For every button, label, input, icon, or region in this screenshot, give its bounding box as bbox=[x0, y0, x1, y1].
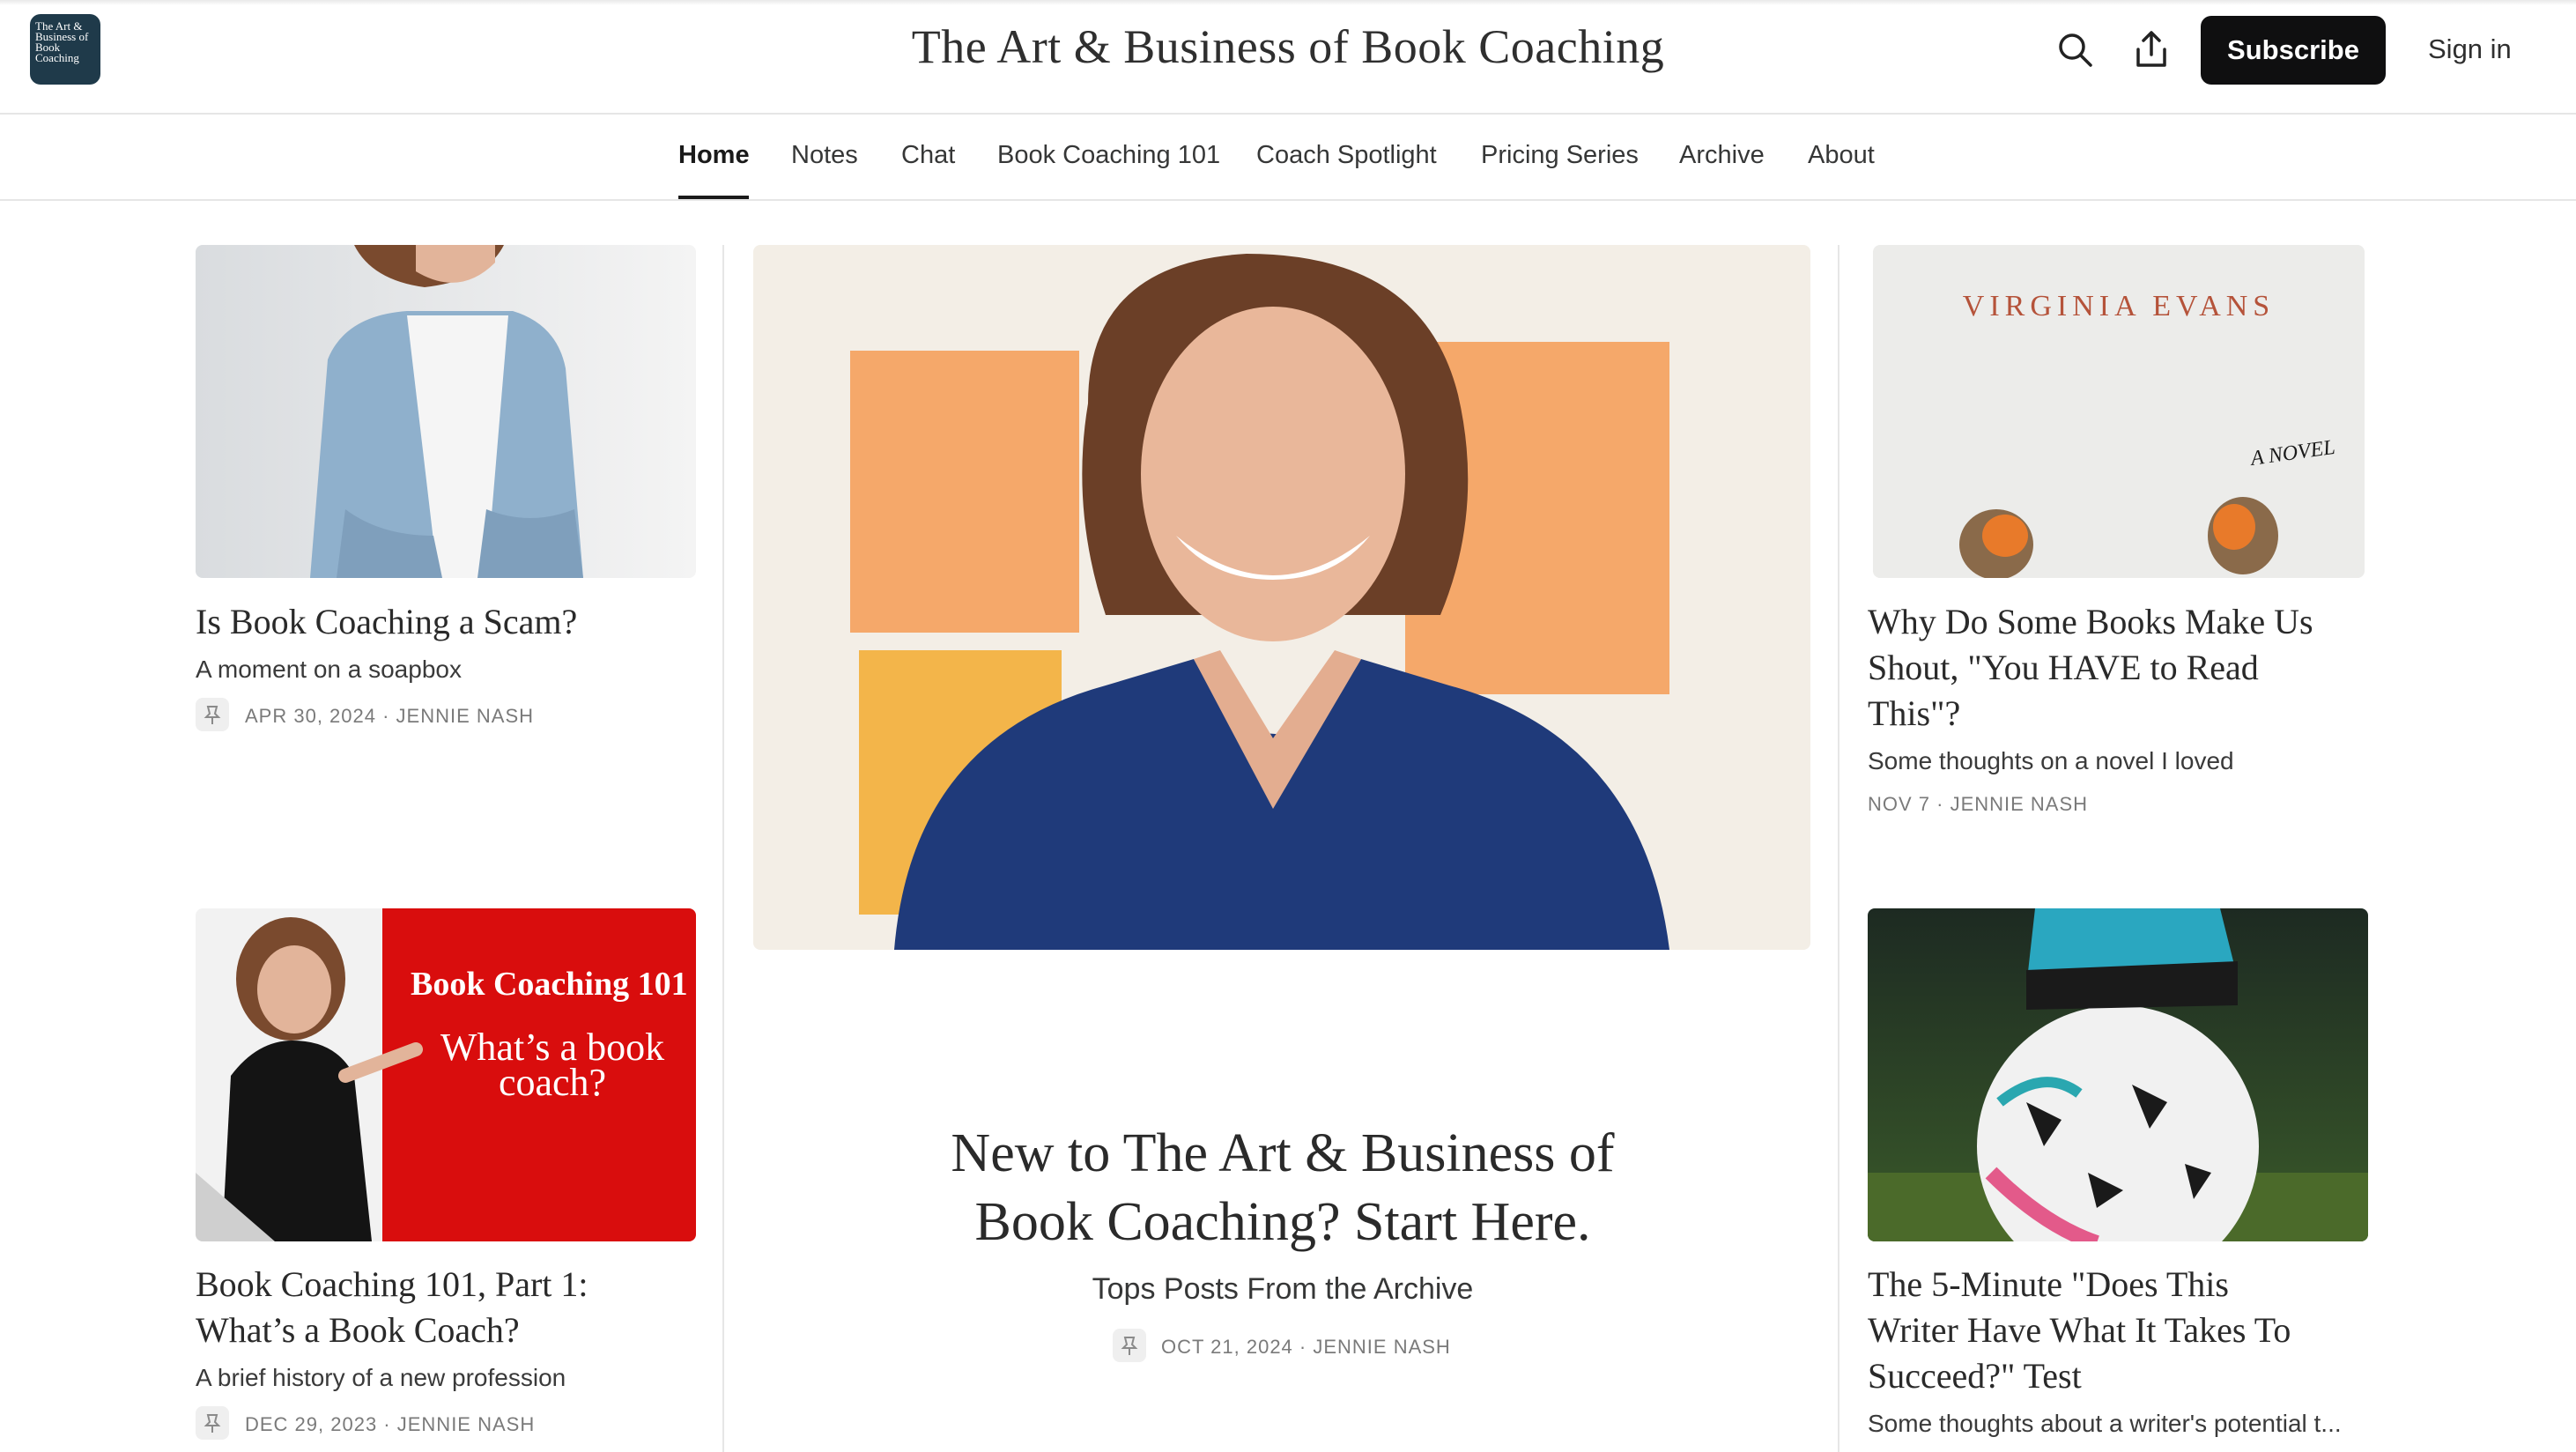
sign-in-link[interactable]: Sign in bbox=[2428, 33, 2512, 65]
nav-book-coaching-101[interactable]: Book Coaching 101 bbox=[997, 141, 1220, 170]
hero-image[interactable] bbox=[753, 245, 1810, 950]
post-title-line: Book Coaching 101, Part 1: bbox=[196, 1264, 588, 1304]
post-thumbnail-scam[interactable] bbox=[196, 245, 696, 578]
post-title-line: Shout, "You HAVE to Read bbox=[1868, 648, 2259, 687]
site-header: The Art & Business of Book Coaching The … bbox=[0, 0, 2576, 115]
header-shadow bbox=[0, 0, 2576, 5]
post-title-line: The 5-Minute "Does This bbox=[1868, 1264, 2229, 1304]
post-meta: NOV 7 · JENNIE NASH bbox=[1868, 793, 2089, 815]
post-thumbnail-novel[interactable]: VIRGINIA EVANS A NOVEL bbox=[1873, 245, 2365, 578]
thumb-line2: coach? bbox=[499, 1061, 606, 1104]
pin-icon bbox=[196, 1406, 229, 1440]
nav-pricing-series[interactable]: Pricing Series bbox=[1481, 141, 1639, 170]
post-title[interactable]: Is Book Coaching a Scam? bbox=[196, 599, 696, 645]
post-subtitle: A brief history of a new profession bbox=[196, 1364, 566, 1391]
post-subtitle: A moment on a soapbox bbox=[196, 656, 462, 683]
post-title[interactable]: The 5-Minute "Does This Writer Have What… bbox=[1868, 1262, 2396, 1399]
post-subtitle: Some thoughts on a novel I loved bbox=[1868, 747, 2234, 774]
nav-archive[interactable]: Archive bbox=[1679, 141, 1765, 170]
post-subtitle: Some thoughts about a writer's potential… bbox=[1868, 1410, 2342, 1437]
hero-subtitle: Tops Posts From the Archive bbox=[1092, 1272, 1474, 1306]
post-title[interactable]: Why Do Some Books Make Us Shout, "You HA… bbox=[1868, 599, 2396, 737]
post-title-line: This"? bbox=[1868, 693, 1961, 733]
post-meta: APR 30, 2024 · JENNIE NASH bbox=[245, 705, 535, 727]
nav-coach-spotlight[interactable]: Coach Spotlight bbox=[1256, 141, 1437, 170]
search-icon[interactable] bbox=[2055, 30, 2094, 69]
thumb-author: VIRGINIA EVANS bbox=[1963, 290, 2275, 322]
nav-home[interactable]: Home bbox=[678, 141, 750, 170]
post-title-line: What’s a Book Coach? bbox=[196, 1310, 520, 1350]
subscribe-button[interactable]: Subscribe bbox=[2201, 16, 2386, 85]
nav-about[interactable]: About bbox=[1808, 141, 1875, 170]
nav-notes[interactable]: Notes bbox=[791, 141, 858, 170]
hero-title[interactable]: New to The Art & Business of Book Coachi… bbox=[754, 1119, 1811, 1256]
post-thumbnail-book-coaching-101[interactable]: Book Coaching 101 What’s a book coach? bbox=[196, 908, 696, 1241]
post-title-line: Succeed?" Test bbox=[1868, 1356, 2082, 1396]
thumb-heading: Book Coaching 101 bbox=[411, 966, 688, 1003]
post-title[interactable]: Book Coaching 101, Part 1: What’s a Book… bbox=[196, 1262, 696, 1353]
pin-icon bbox=[196, 698, 229, 731]
post-thumbnail-soccer[interactable] bbox=[1868, 908, 2368, 1241]
post-title-line: Writer Have What It Takes To bbox=[1868, 1310, 2291, 1350]
share-icon[interactable] bbox=[2132, 30, 2171, 69]
nav-chat[interactable]: Chat bbox=[901, 141, 955, 170]
hero-meta: OCT 21, 2024 · JENNIE NASH bbox=[1161, 1336, 1451, 1358]
hero-title-line: New to The Art & Business of bbox=[951, 1123, 1615, 1183]
hero-title-line: Book Coaching? Start Here. bbox=[974, 1192, 1591, 1252]
pin-icon bbox=[1113, 1329, 1146, 1362]
active-tab-indicator bbox=[678, 196, 749, 199]
column-divider bbox=[722, 245, 724, 1452]
main-nav: Home Notes Chat Book Coaching 101 Coach … bbox=[0, 115, 2576, 201]
publication-title[interactable]: The Art & Business of Book Coaching bbox=[0, 19, 2576, 74]
post-title-line: Why Do Some Books Make Us bbox=[1868, 602, 2313, 641]
column-divider bbox=[1838, 245, 1839, 1452]
post-meta: DEC 29, 2023 · JENNIE NASH bbox=[245, 1413, 536, 1435]
